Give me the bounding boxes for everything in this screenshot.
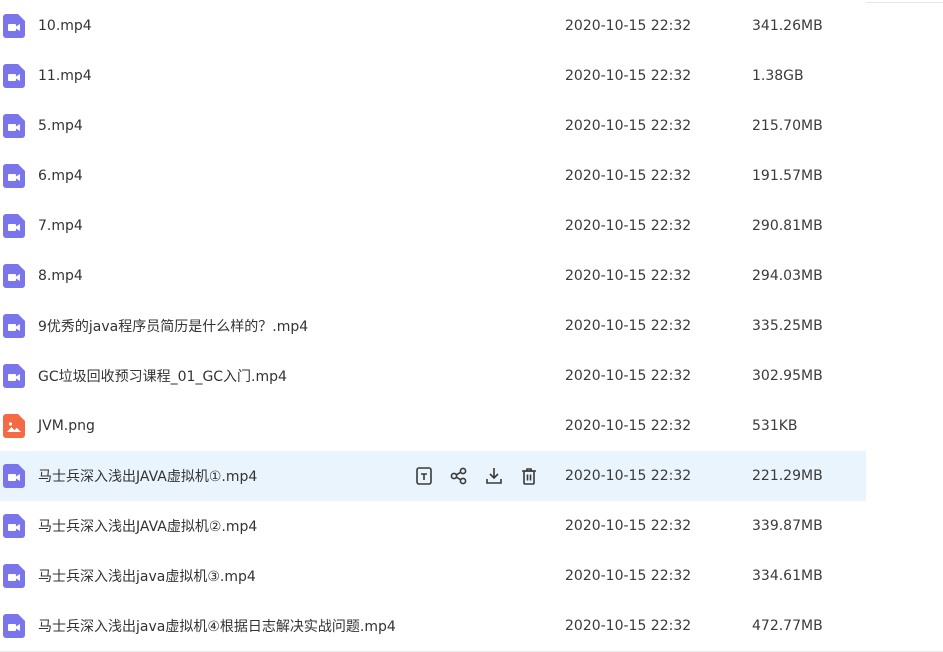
file-size: 339.87MB — [752, 518, 823, 534]
file-size: 341.26MB — [752, 18, 823, 34]
video-file-icon — [3, 14, 25, 38]
file-size: 290.81MB — [752, 218, 823, 234]
file-date: 2020-10-15 22:32 — [565, 118, 692, 134]
video-file-icon — [3, 564, 25, 588]
save-to-icon[interactable] — [414, 465, 434, 487]
file-date: 2020-10-15 22:32 — [565, 218, 692, 234]
file-name[interactable]: 马士兵深入浅出java虚拟机④根据日志解决实战问题.mp4 — [38, 616, 396, 636]
file-date: 2020-10-15 22:32 — [565, 68, 692, 84]
file-name[interactable]: 马士兵深入浅出JAVA虚拟机②.mp4 — [38, 516, 257, 536]
video-file-icon — [3, 464, 25, 488]
file-row[interactable]: 7.mp4 2020-10-15 22:32 290.81MB — [0, 201, 866, 251]
file-row[interactable]: 5.mp4 2020-10-15 22:32 215.70MB — [0, 101, 866, 151]
video-file-icon — [3, 264, 25, 288]
file-size: 335.25MB — [752, 318, 823, 334]
file-name[interactable]: 10.mp4 — [38, 18, 92, 34]
file-name[interactable]: 11.mp4 — [38, 68, 92, 84]
file-row-hovered[interactable]: 马士兵深入浅出JAVA虚拟机①.mp4 2020-10-15 22:32 221… — [0, 451, 866, 501]
file-name[interactable]: 马士兵深入浅出JAVA虚拟机①.mp4 — [38, 466, 257, 486]
file-row[interactable]: 11.mp4 2020-10-15 22:32 1.38GB — [0, 51, 866, 101]
delete-icon[interactable] — [519, 465, 539, 487]
file-date: 2020-10-15 22:32 — [565, 518, 692, 534]
download-icon[interactable] — [484, 465, 504, 487]
file-name[interactable]: 7.mp4 — [38, 218, 83, 234]
row-actions — [414, 465, 539, 487]
file-size: 1.38GB — [752, 68, 804, 84]
file-date: 2020-10-15 22:32 — [565, 418, 692, 434]
video-file-icon — [3, 164, 25, 188]
share-icon[interactable] — [449, 465, 469, 487]
file-date: 2020-10-15 22:32 — [565, 618, 692, 634]
video-file-icon — [3, 314, 25, 338]
file-list: 10.mp4 2020-10-15 22:32 341.26MB 11.mp4 … — [0, 0, 943, 652]
file-name[interactable]: GC垃圾回收预习课程_01_GC入门.mp4 — [38, 366, 287, 386]
image-file-icon — [3, 414, 25, 438]
file-row[interactable]: JVM.png 2020-10-15 22:32 531KB — [0, 401, 866, 451]
video-file-icon — [3, 114, 25, 138]
file-size: 302.95MB — [752, 368, 823, 384]
file-size: 221.29MB — [752, 468, 823, 484]
panel-edge — [866, 0, 943, 3]
file-size: 294.03MB — [752, 268, 823, 284]
file-date: 2020-10-15 22:32 — [565, 18, 692, 34]
video-file-icon — [3, 64, 25, 88]
file-date: 2020-10-15 22:32 — [565, 268, 692, 284]
file-date: 2020-10-15 22:32 — [565, 568, 692, 584]
file-row[interactable]: GC垃圾回收预习课程_01_GC入门.mp4 2020-10-15 22:32 … — [0, 351, 866, 401]
video-file-icon — [3, 364, 25, 388]
file-name[interactable]: 8.mp4 — [38, 268, 83, 284]
file-name[interactable]: 5.mp4 — [38, 118, 83, 134]
video-file-icon — [3, 614, 25, 638]
file-name[interactable]: 马士兵深入浅出java虚拟机③.mp4 — [38, 566, 256, 586]
video-file-icon — [3, 214, 25, 238]
file-row[interactable]: 10.mp4 2020-10-15 22:32 341.26MB — [0, 1, 866, 51]
file-date: 2020-10-15 22:32 — [565, 168, 692, 184]
file-row[interactable]: 马士兵深入浅出JAVA虚拟机②.mp4 2020-10-15 22:32 339… — [0, 501, 866, 551]
file-row[interactable]: 8.mp4 2020-10-15 22:32 294.03MB — [0, 251, 866, 301]
video-file-icon — [3, 514, 25, 538]
file-size: 334.61MB — [752, 568, 823, 584]
file-date: 2020-10-15 22:32 — [565, 318, 692, 334]
file-name[interactable]: JVM.png — [38, 418, 95, 434]
file-size: 531KB — [752, 418, 798, 434]
file-size: 472.77MB — [752, 618, 823, 634]
file-size: 215.70MB — [752, 118, 823, 134]
file-row[interactable]: 9优秀的java程序员简历是什么样的？.mp4 2020-10-15 22:32… — [0, 301, 866, 351]
file-size: 191.57MB — [752, 168, 823, 184]
file-date: 2020-10-15 22:32 — [565, 468, 692, 484]
file-row[interactable]: 6.mp4 2020-10-15 22:32 191.57MB — [0, 151, 866, 201]
file-row[interactable]: 马士兵深入浅出java虚拟机③.mp4 2020-10-15 22:32 334… — [0, 551, 866, 601]
file-name[interactable]: 9优秀的java程序员简历是什么样的？.mp4 — [38, 316, 308, 336]
file-name[interactable]: 6.mp4 — [38, 168, 83, 184]
file-row[interactable]: 马士兵深入浅出java虚拟机④根据日志解决实战问题.mp4 2020-10-15… — [0, 601, 866, 651]
file-date: 2020-10-15 22:32 — [565, 368, 692, 384]
